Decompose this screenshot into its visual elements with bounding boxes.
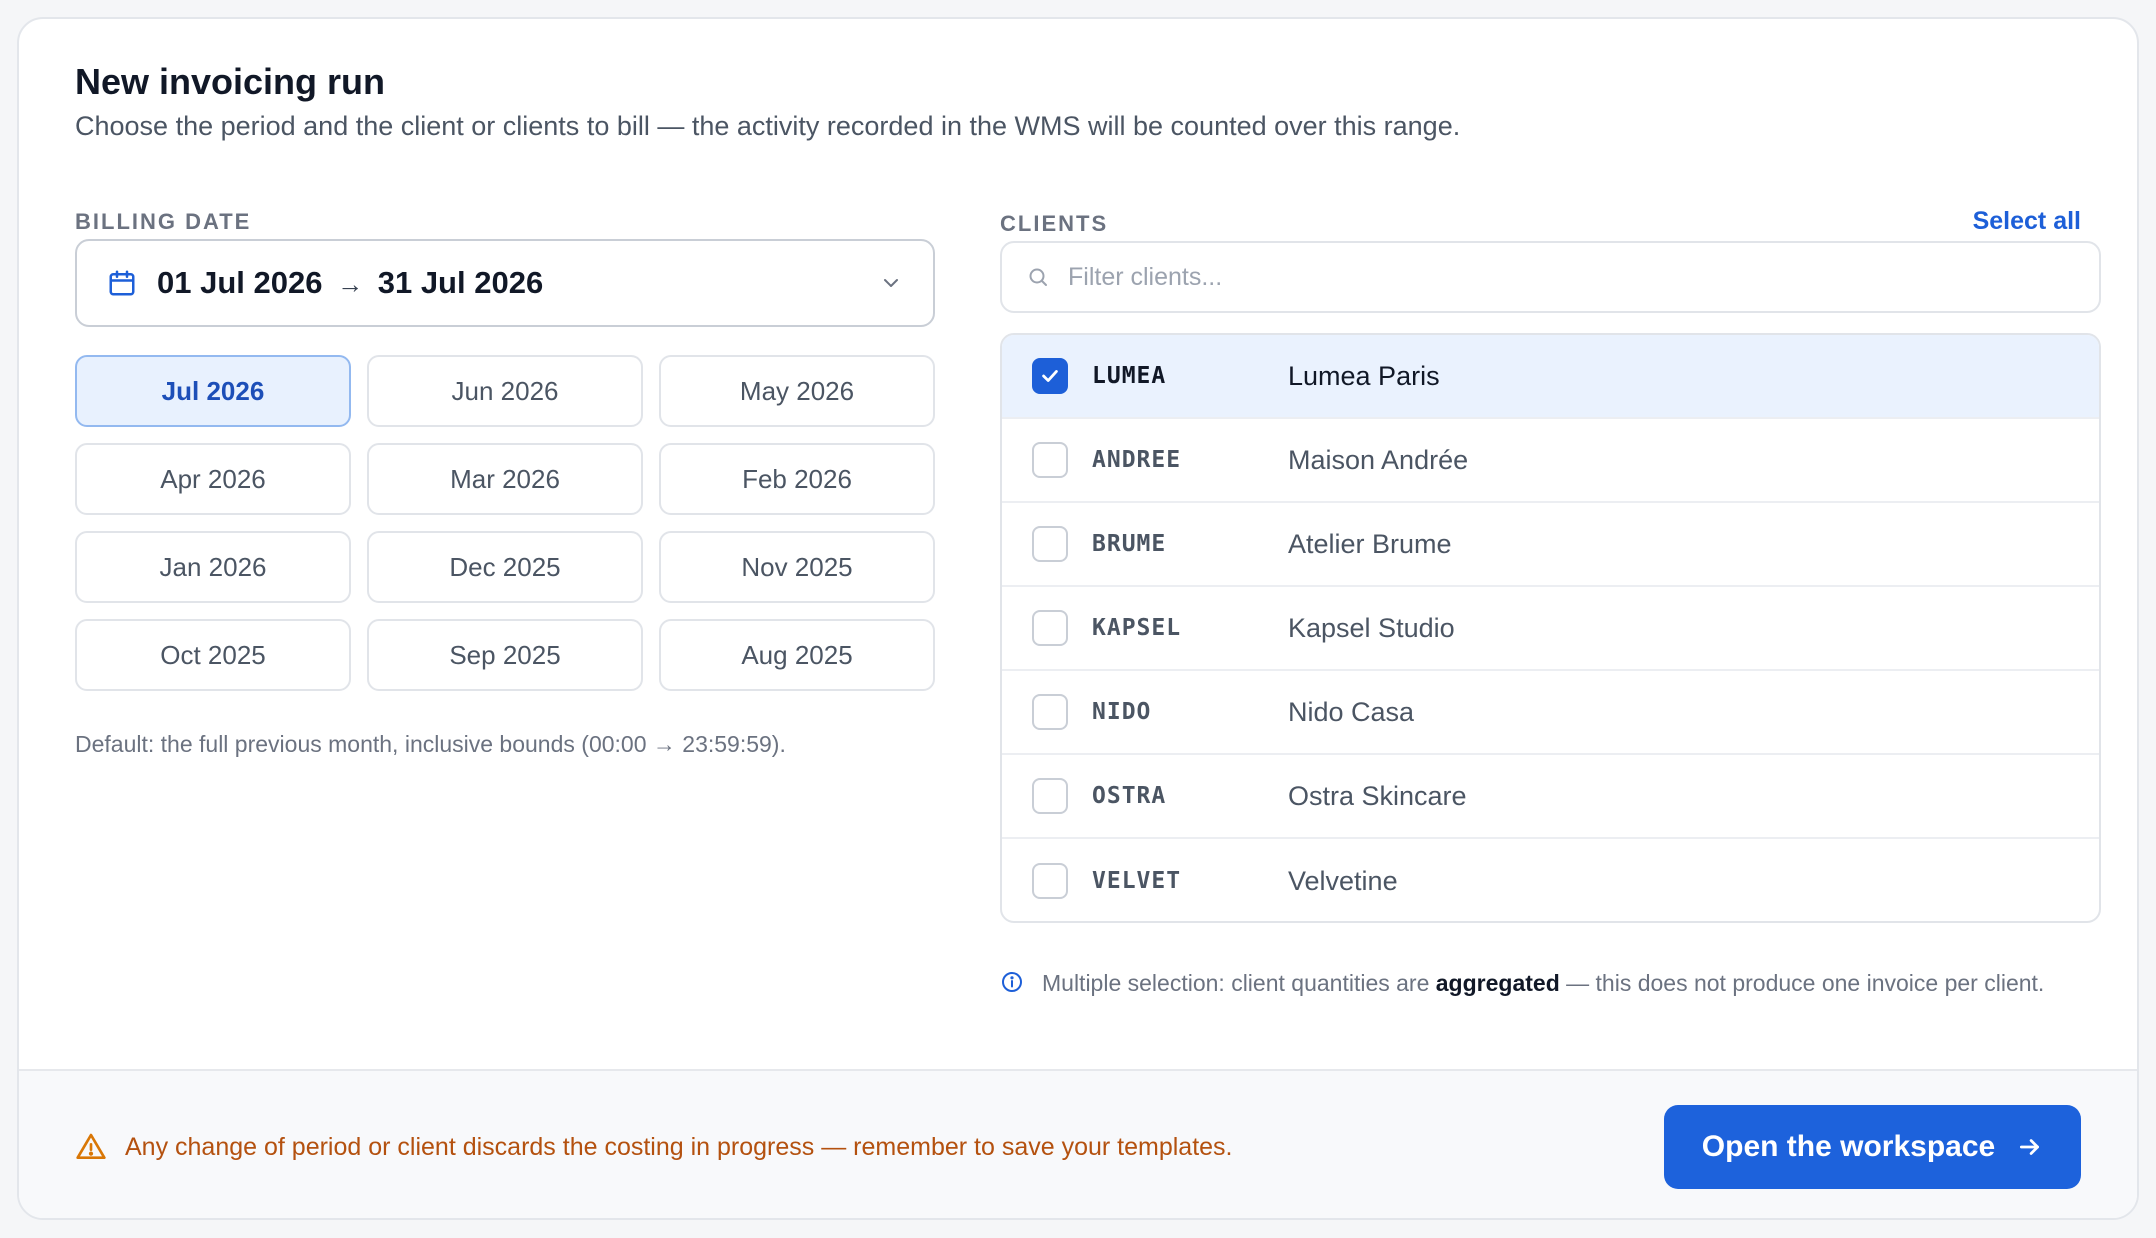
client-code: OSTRA [1092, 783, 1167, 809]
client-filter [1000, 241, 2101, 313]
month-preset-button[interactable]: Jan 2026 [75, 531, 351, 603]
client-checkbox[interactable] [1032, 610, 1068, 646]
open-workspace-label: Open the workspace [1701, 1130, 1996, 1163]
client-filter-input[interactable] [1068, 262, 2075, 292]
client-name: Lumea Paris [1288, 360, 1440, 391]
info-text: Multiple selection: client quantities ar… [1042, 965, 2044, 1001]
month-preset-button[interactable]: Dec 2025 [367, 531, 643, 603]
info-prefix: Multiple selection: client quantities ar… [1042, 970, 1430, 996]
default-period-note: Default: the full previous month, inclus… [75, 731, 786, 757]
multi-selection-info: Multiple selection: client quantities ar… [1000, 965, 2101, 1001]
client-checkbox[interactable] [1032, 694, 1068, 730]
client-name: Atelier Brume [1288, 528, 1452, 559]
client-row[interactable]: OSTRA Ostra Skincare [1002, 755, 2099, 839]
client-row[interactable]: ANDREE Maison Andrée [1002, 419, 2099, 503]
calendar-icon [107, 268, 137, 298]
client-code: ANDREE [1092, 447, 1182, 473]
range-arrow: → [337, 269, 364, 299]
warning-message: Any change of period or client discards … [75, 1131, 1232, 1163]
client-checkbox[interactable] [1032, 778, 1068, 814]
info-icon [1000, 970, 1024, 994]
client-name: Ostra Skincare [1288, 780, 1467, 811]
month-preset-button[interactable]: Sep 2025 [367, 619, 643, 691]
billing-date-label: BILLING DATE [75, 209, 252, 234]
arrow-right-icon [2017, 1134, 2043, 1160]
page-subtitle: Choose the period and the client or clie… [75, 111, 1461, 141]
client-code: NIDO [1092, 699, 1152, 725]
warning-text: Any change of period or client discards … [125, 1132, 1233, 1161]
client-code: LUMEA [1092, 363, 1167, 389]
client-checkbox[interactable] [1032, 526, 1068, 562]
date-range-picker[interactable]: 01 Jul 2026 → 31 Jul 2026 [75, 239, 935, 327]
client-name: Kapsel Studio [1288, 612, 1455, 643]
month-preset-button[interactable]: Apr 2026 [75, 443, 351, 515]
warning-triangle-icon [75, 1131, 107, 1163]
month-preset-button[interactable]: Jul 2026 [75, 355, 351, 427]
client-name: Velvetine [1288, 865, 1398, 896]
clients-label: CLIENTS [1000, 211, 1109, 236]
chevron-down-icon[interactable] [879, 271, 903, 295]
info-bold: aggregated [1435, 970, 1560, 996]
client-list: LUMEA Lumea Paris ANDREE Maison Andrée B… [1000, 333, 2101, 923]
client-row[interactable]: KAPSEL Kapsel Studio [1002, 587, 2099, 671]
info-suffix: — this does not produce one invoice per … [1566, 970, 2045, 996]
month-preset-button[interactable]: Mar 2026 [367, 443, 643, 515]
month-preset-button[interactable]: May 2026 [659, 355, 935, 427]
month-preset-button[interactable]: Feb 2026 [659, 443, 935, 515]
month-presets: Jul 2026 Jun 2026 May 2026 Apr 2026 Mar … [75, 355, 935, 691]
footer-bar: Any change of period or client discards … [19, 1069, 2137, 1218]
search-icon [1026, 265, 1050, 289]
open-workspace-button[interactable]: Open the workspace [1664, 1105, 2081, 1189]
date-range-value: 01 Jul 2026 → 31 Jul 2026 [157, 265, 879, 301]
client-checkbox[interactable] [1032, 358, 1068, 394]
client-code: BRUME [1092, 531, 1167, 557]
select-all-link[interactable]: Select all [1973, 207, 2081, 236]
month-preset-button[interactable]: Jun 2026 [367, 355, 643, 427]
month-preset-button[interactable]: Aug 2025 [659, 619, 935, 691]
client-name: Maison Andrée [1288, 444, 1469, 475]
client-checkbox[interactable] [1032, 863, 1068, 899]
month-preset-button[interactable]: Nov 2025 [659, 531, 935, 603]
client-row[interactable]: BRUME Atelier Brume [1002, 503, 2099, 587]
range-start: 01 Jul 2026 [157, 265, 323, 300]
client-code: VELVET [1092, 868, 1182, 894]
client-row[interactable]: NIDO Nido Casa [1002, 671, 2099, 755]
check-icon [1042, 370, 1058, 382]
client-name: Nido Casa [1288, 696, 1415, 727]
client-row[interactable]: LUMEA Lumea Paris [1002, 335, 2099, 419]
client-row[interactable]: VELVET Velvetine [1002, 839, 2099, 921]
client-code: KAPSEL [1092, 615, 1182, 641]
month-preset-button[interactable]: Oct 2025 [75, 619, 351, 691]
page-title: New invoicing run [75, 61, 386, 102]
client-checkbox[interactable] [1032, 442, 1068, 478]
invoicing-run-card: New invoicing run Choose the period and … [17, 17, 2139, 1220]
range-end: 31 Jul 2026 [377, 265, 544, 300]
